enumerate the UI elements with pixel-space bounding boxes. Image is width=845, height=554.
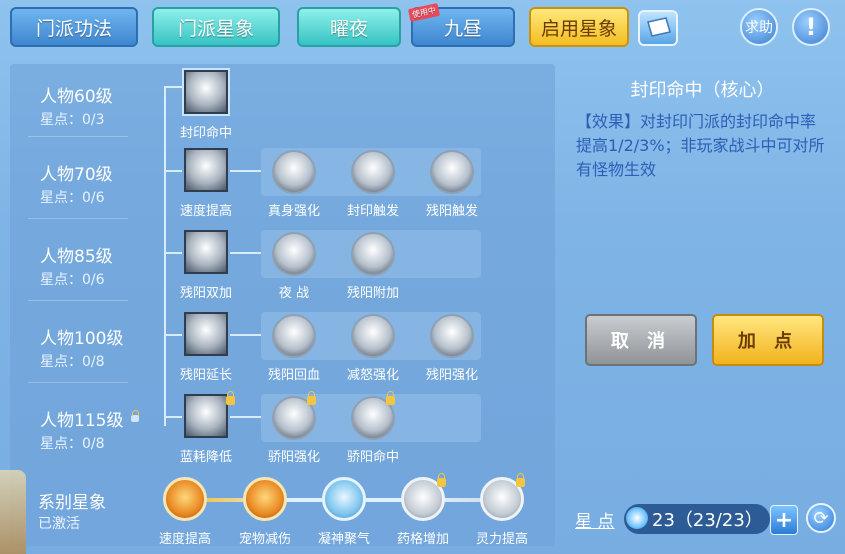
- lock-icon: [307, 391, 316, 405]
- tree-connector: [230, 334, 261, 336]
- button-label: 取 消: [610, 331, 672, 352]
- skill-label: 夜 战: [278, 286, 310, 301]
- series-focus-qi-icon[interactable]: [322, 477, 366, 521]
- row-stars: 星点：0/3: [40, 112, 105, 128]
- row-level: 人物100级: [40, 329, 124, 349]
- tree-connector: [164, 170, 182, 172]
- skill-sunset-double-icon[interactable]: [184, 230, 228, 274]
- help-button[interactable]: 求助: [740, 8, 778, 46]
- star-points-label: 星 点: [575, 512, 615, 532]
- skill-seal-hit-icon[interactable]: [182, 68, 230, 116]
- tab-label: 门派星象: [177, 17, 254, 40]
- skill-label: 残阳强化: [425, 368, 478, 383]
- skill-label: 药格增加: [396, 532, 449, 547]
- tab-sect-skills[interactable]: 门派功法: [10, 7, 138, 47]
- book-glyph: [647, 17, 671, 37]
- exclamation-icon[interactable]: !: [792, 8, 830, 46]
- skill-label: 残阳延长: [179, 368, 232, 383]
- decoration-ornament: [0, 470, 26, 554]
- book-icon[interactable]: [638, 10, 678, 46]
- skill-label: 宠物减伤: [238, 532, 291, 547]
- tree-connector: [164, 334, 182, 336]
- skill-label: 灵力提高: [475, 532, 528, 547]
- skill-mana-reduce-icon[interactable]: [184, 394, 228, 438]
- skill-sunset-trigger-icon[interactable]: [430, 150, 474, 194]
- skill-seal-trigger-icon[interactable]: [351, 150, 395, 194]
- lock-icon: [386, 391, 395, 405]
- skill-sunset-attach-icon[interactable]: [351, 232, 395, 276]
- skill-rage-reduce-icon[interactable]: [351, 314, 395, 358]
- button-label: 启用星象: [540, 17, 617, 40]
- skill-true-body-icon[interactable]: [272, 150, 316, 194]
- skill-label: 速度提高: [158, 532, 211, 547]
- star-icon: [626, 507, 648, 529]
- lock-icon: [516, 473, 525, 487]
- enable-constellation-button[interactable]: 启用星象: [529, 7, 629, 47]
- series-status: 已激活: [38, 516, 80, 532]
- tab-label: 门派功法: [35, 17, 112, 40]
- row-divider: [28, 382, 128, 383]
- row-stars: 星点：0/8: [40, 436, 105, 452]
- in-use-badge: 使用中: [407, 3, 441, 22]
- skill-label: 残阳回血: [267, 368, 320, 383]
- skill-label: 封印命中: [179, 126, 232, 141]
- skill-night-battle-icon[interactable]: [272, 232, 316, 276]
- skill-label: 残阳触发: [425, 204, 478, 219]
- skill-label: 速度提高: [179, 204, 232, 219]
- add-star-button[interactable]: +: [770, 505, 798, 535]
- row-stars: 星点：0/8: [40, 354, 105, 370]
- skill-label: 凝神聚气: [317, 532, 370, 547]
- detail-title: 封印命中（核心）: [630, 80, 775, 101]
- refresh-icon[interactable]: ⟳: [806, 503, 836, 533]
- tree-connector: [230, 416, 261, 418]
- tab-jiuzhou[interactable]: 使用中 九昼: [407, 3, 515, 47]
- help-label: 求助: [745, 20, 773, 36]
- skill-label: 骄阳强化: [267, 450, 320, 465]
- plus-label: +: [774, 507, 794, 533]
- row-stars: 星点：0/6: [40, 190, 105, 206]
- tree-connector: [164, 86, 182, 88]
- row-level: 人物70级: [40, 165, 113, 185]
- star-points-value: 23（23/23）: [652, 510, 763, 531]
- lock-icon: [437, 473, 446, 487]
- skill-label: 骄阳命中: [346, 450, 399, 465]
- row-stars: 星点：0/6: [40, 272, 105, 288]
- tab-yaoye[interactable]: 曜夜: [297, 7, 401, 47]
- series-speed-up-icon[interactable]: [163, 477, 207, 521]
- skill-sunset-extend-icon[interactable]: [184, 312, 228, 356]
- skill-sunset-strengthen-icon[interactable]: [430, 314, 474, 358]
- row-divider: [28, 218, 128, 219]
- tab-label: 曜夜: [329, 17, 368, 40]
- skill-sunset-heal-icon[interactable]: [272, 314, 316, 358]
- tab-label: 九昼: [443, 17, 482, 40]
- skill-label: 残阳双加: [179, 286, 232, 301]
- lock-icon: [131, 410, 139, 422]
- row-level: 人物115级: [40, 411, 124, 431]
- series-title: 系别星象: [38, 493, 106, 513]
- skill-label: 残阳附加: [346, 286, 399, 301]
- skill-label: 减怒强化: [346, 368, 399, 383]
- series-pet-damage-reduce-icon[interactable]: [243, 477, 287, 521]
- row-level: 人物85级: [40, 247, 113, 267]
- row-divider: [28, 300, 128, 301]
- row-divider: [28, 136, 128, 137]
- star-points-display: 23（23/23）: [624, 504, 770, 534]
- lock-icon: [226, 391, 235, 405]
- add-point-button[interactable]: 加 点: [712, 314, 824, 366]
- tree-connector: [230, 170, 261, 172]
- tree-connector: [164, 416, 182, 418]
- skill-label: 真身强化: [267, 204, 320, 219]
- tree-connector: [164, 252, 182, 254]
- tab-sect-constellation[interactable]: 门派星象: [152, 7, 280, 47]
- row-level: 人物60级: [40, 87, 113, 107]
- detail-description: 【效果】对封印门派的封印命中率提高1/2/3%；非玩家战斗中可对所有怪物生效: [576, 112, 825, 179]
- cancel-button[interactable]: 取 消: [585, 314, 697, 366]
- skill-label: 蓝耗降低: [179, 450, 232, 465]
- tree-connector: [230, 252, 261, 254]
- skill-label: 封印触发: [346, 204, 399, 219]
- skill-speed-up-icon[interactable]: [184, 148, 228, 192]
- button-label: 加 点: [737, 331, 799, 352]
